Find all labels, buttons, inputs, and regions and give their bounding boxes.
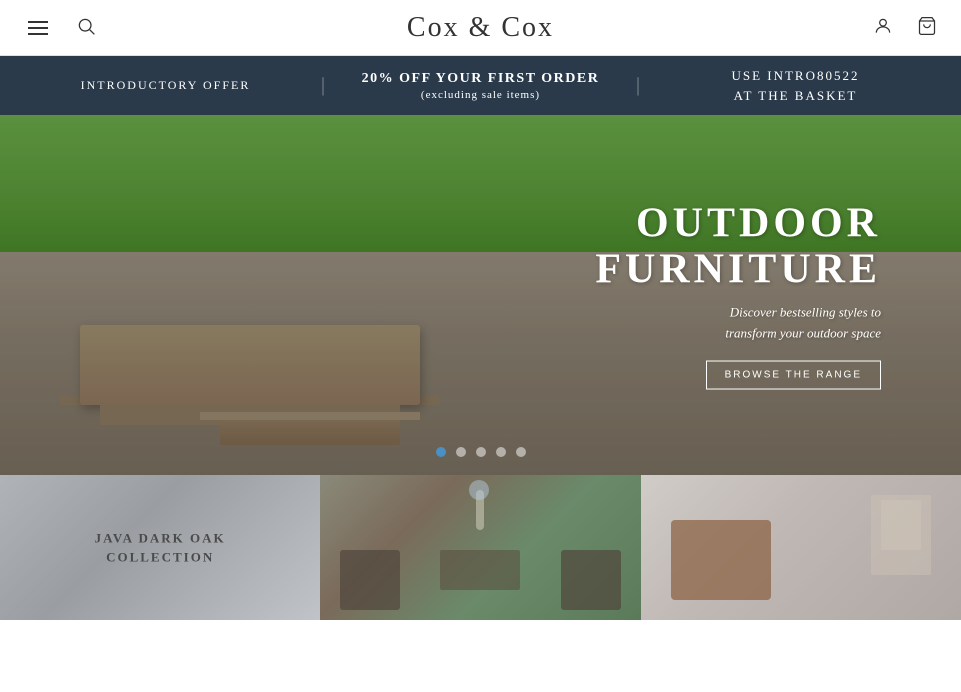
hero-text-block: OUTDOOR FURNITURE Discover bestselling s… xyxy=(595,201,881,390)
site-header: Cox & Cox xyxy=(0,0,961,56)
promo-bar: INTRODUCTORY OFFER | 20% OFF YOUR FIRST … xyxy=(0,56,961,115)
site-logo[interactable]: Cox & Cox xyxy=(407,12,554,43)
hero-title-line2: FURNITURE xyxy=(595,247,881,293)
product-card-outdoor-dining[interactable] xyxy=(320,475,640,620)
promo-offer-main: 20% OFF YOUR FIRST ORDER xyxy=(362,71,600,87)
header-center: Cox & Cox xyxy=(407,12,554,44)
promo-code-section: USE INTRO80522 AT THE BASKET xyxy=(650,66,941,105)
header-right xyxy=(869,12,941,43)
promo-divider-2: | xyxy=(626,74,650,97)
user-icon xyxy=(873,16,893,36)
carousel-dot-1[interactable] xyxy=(436,447,446,457)
account-button[interactable] xyxy=(869,12,897,43)
cart-button[interactable] xyxy=(913,12,941,43)
promo-code-line2: AT THE BASKET xyxy=(734,86,858,106)
promo-code-line1: USE INTRO80522 xyxy=(731,66,859,86)
promo-intro-section: INTRODUCTORY OFFER xyxy=(20,78,311,93)
promo-offer-sub: (excluding sale items) xyxy=(421,89,540,101)
header-left xyxy=(20,12,100,43)
search-button[interactable] xyxy=(72,12,100,43)
hamburger-icon xyxy=(24,17,52,39)
hero-desc-line2: transform your outdoor space xyxy=(595,324,881,345)
menu-button[interactable] xyxy=(20,13,56,43)
carousel-dot-3[interactable] xyxy=(476,447,486,457)
promo-intro-label: INTRODUCTORY OFFER xyxy=(81,78,251,93)
carousel-dots xyxy=(436,447,526,457)
cart-icon xyxy=(917,16,937,36)
promo-offer-section: 20% OFF YOUR FIRST ORDER (excluding sale… xyxy=(335,71,626,101)
product-grid: JAVA DARK OAK COLLECTION xyxy=(0,475,961,620)
promo-divider-1: | xyxy=(311,74,335,97)
product-card-label-1: JAVA DARK OAK COLLECTION xyxy=(95,528,226,567)
carousel-dot-2[interactable] xyxy=(456,447,466,457)
hero-title-line1: OUTDOOR xyxy=(595,201,881,247)
product-card-java-dark-oak[interactable]: JAVA DARK OAK COLLECTION xyxy=(0,475,320,620)
search-icon xyxy=(76,16,96,36)
carousel-dot-5[interactable] xyxy=(516,447,526,457)
carousel-dot-4[interactable] xyxy=(496,447,506,457)
hero-desc-line1: Discover bestselling styles to xyxy=(595,303,881,324)
product-card-living-room[interactable] xyxy=(641,475,961,620)
hero-cta-button[interactable]: BROWSE THE RANGE xyxy=(706,360,881,389)
hero-section: OUTDOOR FURNITURE Discover bestselling s… xyxy=(0,115,961,475)
